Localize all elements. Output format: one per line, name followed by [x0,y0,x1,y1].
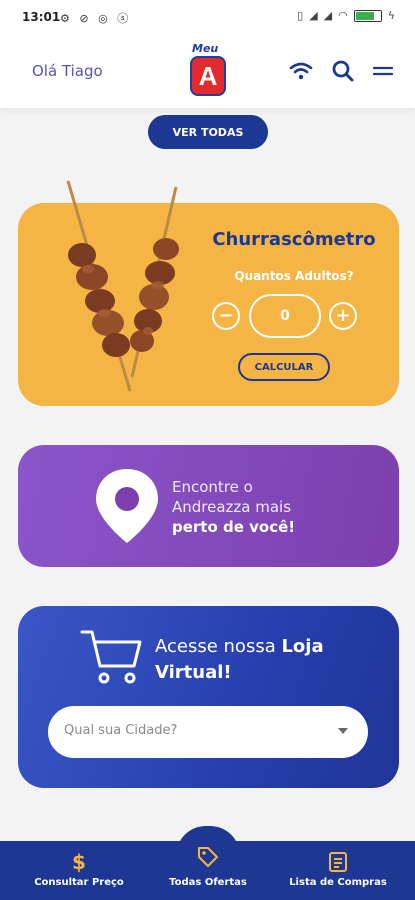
churrascometro-card: Churrascômetro Quantos Adultos? − 0 + CA… [18,180,399,406]
signal-icon: ◢ [323,9,333,22]
logo-badge: A [190,56,226,96]
churrascometro-title: Churrascômetro [212,229,376,250]
bottom-navigation: $ Consultar Preço Todas Ofertas Lista de… [0,841,415,900]
nav-consult-price-label: Consultar Preço [34,877,124,888]
virtual-store-prefix: Acesse nossa [155,636,282,657]
status-time: 13:01 [22,10,61,24]
signal-icon: ◢ [309,9,318,22]
city-placeholder: Qual sua Cidade? [64,723,178,738]
menu-icon[interactable] [370,58,396,84]
nav-all-offers[interactable]: Todas Ofertas [150,841,266,900]
decrease-button[interactable]: − [212,302,240,330]
wifi-icon: ◠ [338,9,348,22]
no-disturb-icon: ⊘ [79,12,92,25]
wifi-icon[interactable] [288,58,314,84]
nav-shopping-list-label: Lista de Compras [289,877,387,888]
locator-line-1: Encontre o [172,478,253,496]
status-bar: 13:01 ⚙ ⊘ ◎ ⓢ ▯ ◢ ◢ ◠ ϟ [0,0,415,36]
virtual-store-bold-2: Virtual! [155,662,232,683]
locator-line-3: perto de você! [172,518,296,536]
skewers-image [66,180,179,392]
location-pin-icon [96,469,158,543]
sync-icon: ⚙ [60,12,73,25]
notification-icons: ⚙ ⊘ ◎ ⓢ [60,10,131,26]
city-select[interactable]: Qual sua Cidade? [48,706,368,758]
logo-letter: A [198,60,218,91]
virtual-store-bold-1: Loja [281,636,324,657]
increase-button[interactable]: + [329,302,357,330]
shazam-icon: ◎ [98,12,111,25]
charging-icon: ϟ [387,9,395,22]
dollar-icon: $ [72,851,86,873]
vibrate-icon: ▯ [297,9,304,22]
nav-shopping-list[interactable]: Lista de Compras [280,841,396,900]
locator-text: Encontre o Andreazza mais perto de você! [172,477,382,537]
locator-line-2: Andreazza mais [172,498,292,516]
adults-question: Quantos Adultos? [234,269,354,283]
search-icon[interactable] [330,58,356,84]
virtual-store-card: Acesse nossa Loja Virtual! Qual sua Cida… [18,606,399,788]
nav-all-offers-label: Todas Ofertas [169,877,247,888]
virtual-store-text: Acesse nossa Loja Virtual! [155,634,395,686]
battery-icon [353,9,382,22]
list-icon [329,852,347,872]
dropdown-arrow-icon [338,728,348,734]
user-greeting: Olá Tiago [32,62,103,80]
meu-a-logo[interactable]: Meu A [186,42,230,100]
system-icons: ▯ ◢ ◢ ◠ ϟ [297,9,395,22]
calculate-button[interactable]: CALCULAR [238,353,330,381]
store-locator-card[interactable]: Encontre o Andreazza mais perto de você! [18,445,399,567]
svg-text:$: $ [72,851,86,873]
adults-quantity[interactable]: 0 [249,294,321,338]
dollar-circle-icon: ⓢ [117,12,132,25]
shopping-cart-icon [80,630,142,684]
logo-top-text: Meu [192,42,219,55]
see-all-offers-button[interactable]: VER TODAS [148,115,268,149]
app-header: Olá Tiago Meu A [0,36,415,108]
tag-icon [198,847,218,867]
nav-consult-price[interactable]: $ Consultar Preço [20,841,138,900]
